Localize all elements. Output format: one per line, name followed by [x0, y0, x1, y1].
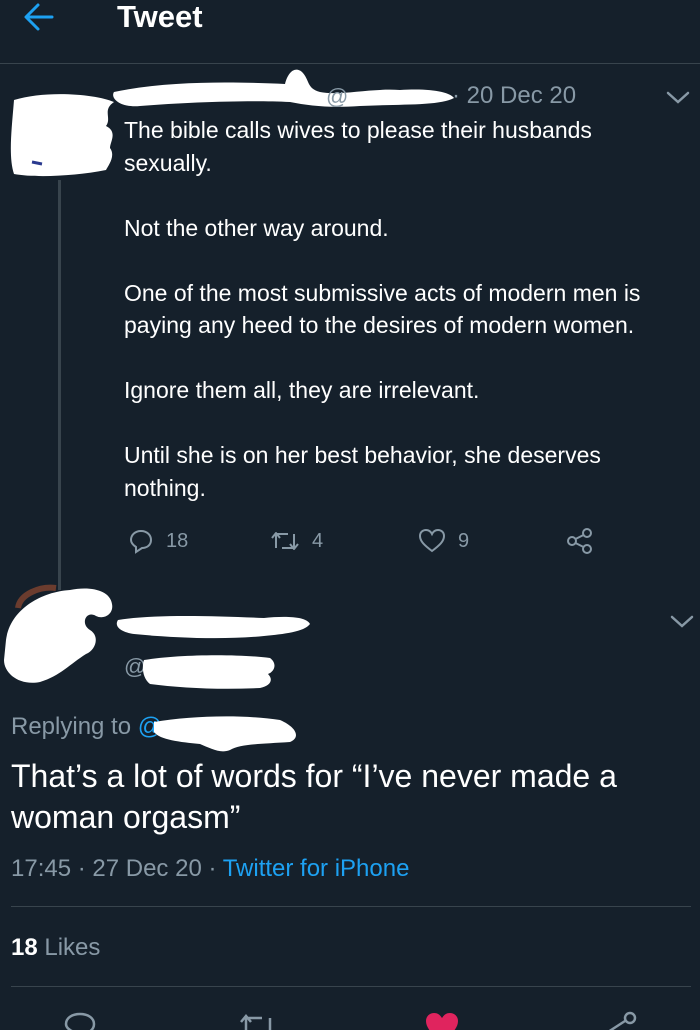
arrow-left-icon[interactable] [22, 0, 56, 34]
retweet-button[interactable] [238, 1010, 278, 1030]
tweet-paragraph: Until she is on her best behavior, she d… [124, 442, 601, 501]
chevron-down-icon[interactable] [670, 612, 694, 632]
likes-label: Likes [44, 934, 101, 961]
divider [11, 906, 691, 907]
top-bar: Tweet [0, 0, 700, 64]
reply-icon [64, 1012, 96, 1030]
tweet-paragraph: The bible calls wives to please their hu… [124, 117, 592, 176]
replying-to-label: Replying to [11, 713, 132, 740]
share-button[interactable] [604, 1010, 640, 1030]
tweet-date: · 20 Dec 20 [452, 82, 577, 109]
retweet-icon [271, 532, 299, 550]
tweet-timestamp: 17:45 · 27 Dec 20 · Twitter for iPhone [11, 854, 409, 884]
tweet-paragraph: Not the other way around. [124, 214, 389, 241]
timestamp-text: 17:45 · 27 Dec 20 · [11, 855, 223, 882]
parent-handle-at: @ [326, 84, 349, 109]
retweet-button[interactable]: 4 [270, 528, 323, 554]
page-title: Tweet [117, 0, 203, 34]
thread-line [58, 180, 61, 590]
share-icon [567, 528, 592, 554]
reply-handle-redacted [154, 716, 296, 752]
reply-count: 18 [166, 530, 189, 552]
avatar-redacted [4, 584, 113, 683]
like-button[interactable]: 9 [418, 528, 469, 554]
handle-redacted [142, 655, 275, 689]
divider [11, 986, 691, 987]
tweet-paragraph: One of the most submissive acts of moder… [124, 279, 641, 339]
reply-button[interactable]: 18 [128, 528, 188, 554]
share-icon [608, 1011, 637, 1030]
share-button[interactable] [566, 528, 594, 554]
reply-body: That’s a lot of words for “I’ve never ma… [11, 758, 617, 835]
heart-filled-icon [426, 1013, 458, 1030]
chevron-down-icon[interactable] [666, 88, 690, 108]
replying-to: Replying to @ [11, 712, 162, 742]
tweet-paragraph: Ignore them all, they are irrelevant. [124, 377, 480, 403]
retweet-count: 4 [312, 530, 324, 552]
reply-icon [129, 529, 153, 554]
reply-button[interactable] [62, 1008, 98, 1030]
source-link[interactable]: Twitter for iPhone [223, 855, 410, 882]
like-button[interactable] [424, 1012, 460, 1030]
like-count: 9 [458, 530, 470, 552]
name-redacted [113, 69, 454, 107]
avatar-redacted [10, 94, 114, 177]
name-redacted [116, 616, 310, 639]
heart-icon [418, 528, 446, 553]
retweet-icon [240, 1014, 272, 1030]
likes-summary[interactable]: 18 Likes [11, 933, 100, 963]
tweet-body: The bible calls wives to please their hu… [124, 114, 684, 504]
likes-count: 18 [11, 934, 38, 961]
